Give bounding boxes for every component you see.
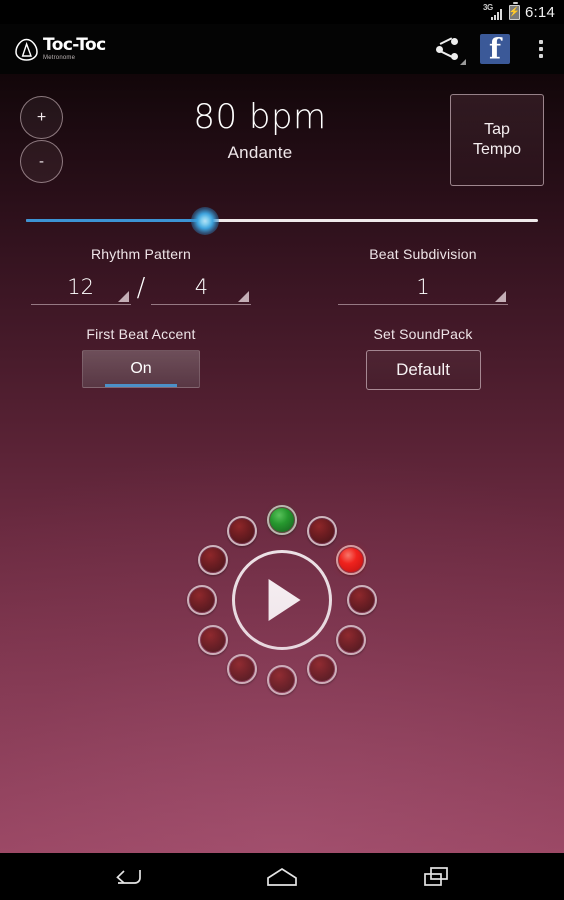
status-bar: 3G ⚡ 6:14 <box>0 0 564 24</box>
rhythm-pattern-group: Rhythm Pattern 12 / 4 <box>0 246 282 305</box>
tempo-row: + - 80 bpm Andante Tap Tempo <box>0 74 564 189</box>
increase-tempo-button[interactable]: + <box>20 96 63 139</box>
beat-led-light <box>350 588 374 612</box>
beat-led-light <box>310 657 334 682</box>
beat-led-light <box>190 588 214 612</box>
toc-toc-logo-icon <box>14 37 39 62</box>
beat-subdivision-spinner[interactable]: 1 <box>338 269 508 305</box>
chevron-down-icon <box>238 291 250 302</box>
beat-led-10[interactable] <box>187 585 217 615</box>
app-logo-subtitle: Metronome <box>43 55 76 61</box>
tempo-display: 80 bpm Andante <box>110 97 410 163</box>
beat-led-5[interactable] <box>336 625 367 655</box>
tempo-slider[interactable] <box>26 207 538 235</box>
battery-charging-icon: ⚡ <box>509 2 520 20</box>
facebook-button[interactable]: f <box>472 24 518 74</box>
home-button[interactable] <box>259 860 305 894</box>
soundpack-button[interactable]: Default <box>365 350 481 390</box>
beat-led-2[interactable] <box>307 515 337 546</box>
status-bar-clock: 6:14 <box>525 3 555 21</box>
first-beat-accent-label: First Beat Accent <box>86 326 196 342</box>
play-icon <box>268 579 301 621</box>
beat-led-8[interactable] <box>227 654 257 685</box>
beat-subdivision-label: Beat Subdivision <box>369 246 477 262</box>
share-button[interactable] <box>422 24 472 74</box>
facebook-icon: f <box>480 34 510 64</box>
beat-subdivision-value: 1 <box>416 274 430 299</box>
share-icon <box>436 37 458 60</box>
rhythm-pattern-label: Rhythm Pattern <box>90 246 192 262</box>
bpm-value: 80 bpm <box>193 97 327 137</box>
beat-led-light <box>230 657 254 682</box>
beat-led-12[interactable] <box>227 515 257 546</box>
recents-icon <box>424 866 448 886</box>
app-logo-title: Toc-Toc <box>43 35 106 55</box>
dropdown-caret-icon <box>460 59 466 65</box>
beat-led-light <box>230 518 254 543</box>
play-button[interactable] <box>232 550 332 650</box>
beat-subdivision-group: Beat Subdivision 1 <box>282 246 564 305</box>
slider-fill <box>26 219 206 222</box>
beat-indicator-circle <box>182 500 382 700</box>
beat-led-light <box>200 548 225 572</box>
back-icon <box>116 869 141 884</box>
recents-button[interactable] <box>413 860 459 894</box>
rhythm-numerator-value: 12 <box>67 274 94 299</box>
beat-led-light <box>339 628 364 652</box>
chevron-down-icon <box>495 291 506 302</box>
beat-led-3[interactable] <box>336 545 367 575</box>
decrease-tempo-button[interactable]: - <box>20 140 63 183</box>
soundpack-group: Set SoundPack Default <box>282 326 564 390</box>
overflow-menu-button[interactable] <box>518 24 564 74</box>
android-navigation-bar <box>0 853 564 900</box>
beat-led-light <box>270 508 294 532</box>
beat-led-11[interactable] <box>197 545 228 575</box>
tap-tempo-button[interactable]: Tap Tempo <box>450 94 544 186</box>
beat-led-1[interactable] <box>267 505 297 535</box>
tap-tempo-line1: Tap <box>484 121 510 138</box>
slider-thumb[interactable] <box>191 207 220 235</box>
rhythm-separator: / <box>136 273 146 303</box>
rhythm-numerator-spinner[interactable]: 12 <box>30 269 131 305</box>
tempo-stepper: + - <box>20 96 63 184</box>
beat-led-6[interactable] <box>307 654 337 685</box>
rhythm-denominator-spinner[interactable]: 4 <box>151 269 252 305</box>
soundpack-label: Set SoundPack <box>373 326 473 342</box>
first-beat-accent-group: First Beat Accent On <box>0 326 282 388</box>
back-button[interactable] <box>105 860 151 894</box>
first-beat-accent-value: On <box>130 360 152 377</box>
metronome-screen: + - 80 bpm Andante Tap Tempo Rhythm Patt… <box>0 74 564 853</box>
toggle-active-underline <box>105 384 177 387</box>
beat-led-4[interactable] <box>347 585 377 615</box>
app-logo[interactable]: Toc-Toc Metronome <box>14 37 106 62</box>
action-bar: Toc-Toc Metronome f <box>0 24 564 74</box>
chevron-down-icon <box>117 291 129 302</box>
beat-led-7[interactable] <box>267 665 297 695</box>
signal-bars-icon: 3G <box>483 3 504 20</box>
first-beat-accent-toggle[interactable]: On <box>82 350 200 388</box>
tempo-marking-label: Andante <box>227 142 293 162</box>
tap-tempo-line2: Tempo <box>472 141 522 158</box>
rhythm-denominator-value: 4 <box>194 274 209 299</box>
beat-led-light <box>270 668 294 692</box>
beat-led-light <box>310 518 334 543</box>
home-icon <box>267 867 297 886</box>
beat-led-9[interactable] <box>197 625 228 655</box>
overflow-menu-icon <box>539 40 543 58</box>
facebook-glyph: f <box>488 34 502 64</box>
beat-led-light <box>200 628 225 652</box>
beat-led-light <box>339 548 364 572</box>
